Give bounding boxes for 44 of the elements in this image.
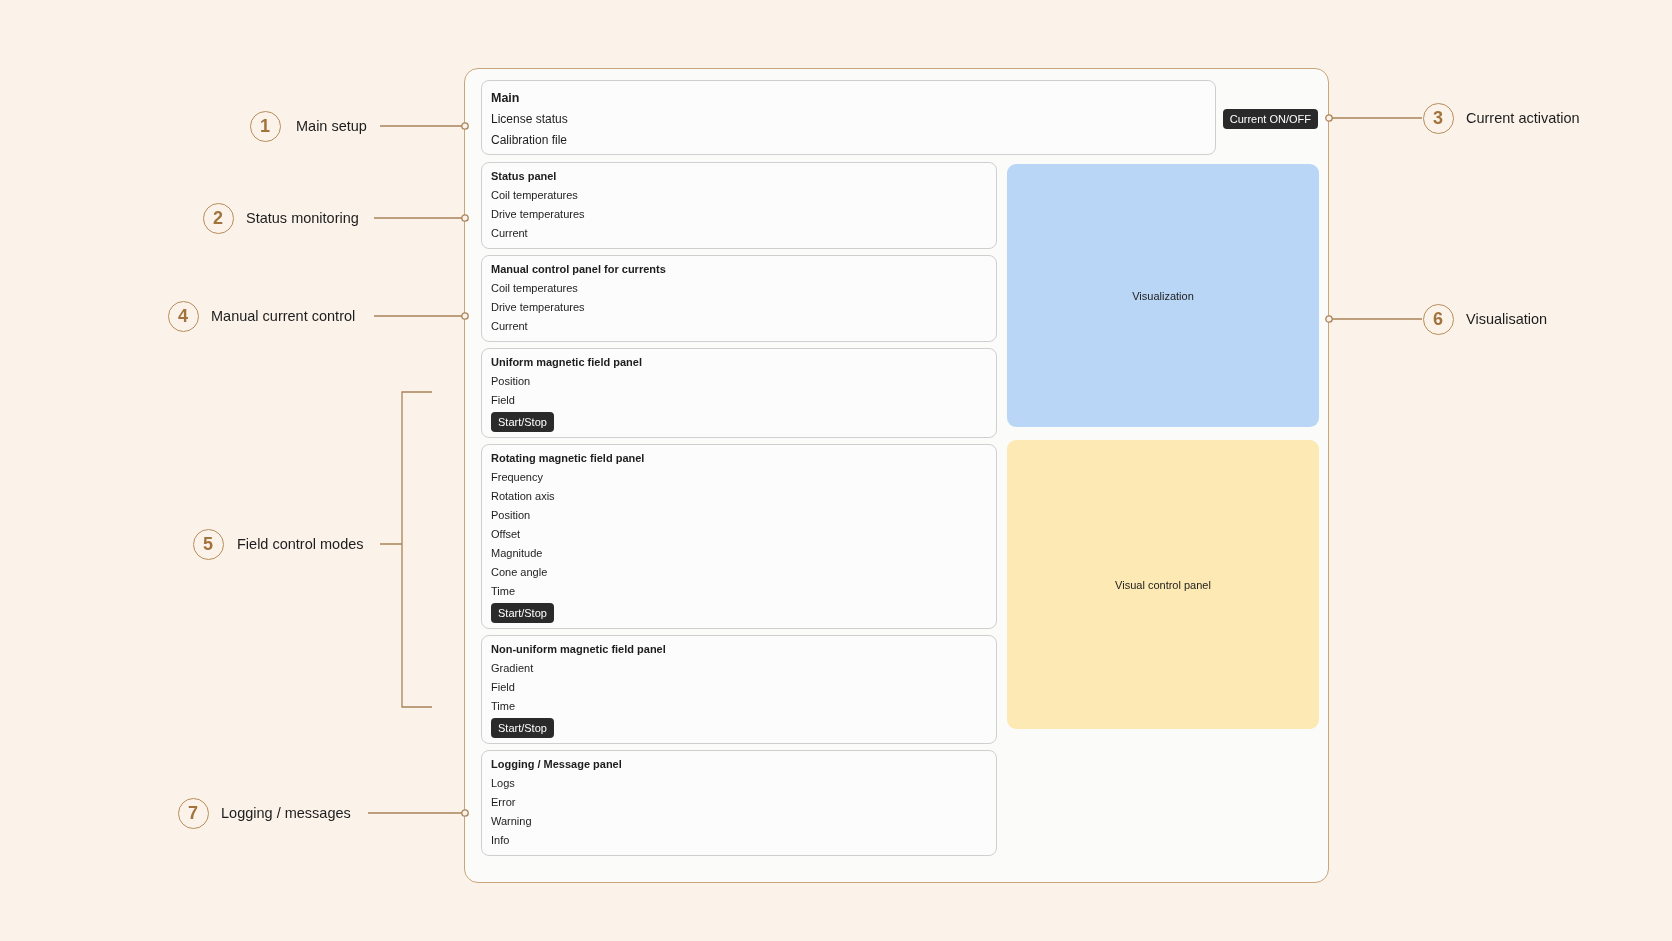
panel-item: Coil temperatures (491, 281, 578, 296)
current-toggle-button[interactable]: Current ON/OFF (1222, 108, 1318, 129)
area-label: Visual control panel (1115, 578, 1211, 591)
panel-title: Uniform magnetic field panel (491, 355, 642, 370)
panel-item: Current (491, 319, 528, 334)
callout-label: Current activation (1466, 110, 1580, 126)
start-stop-button[interactable]: Start/Stop (491, 718, 554, 738)
panel-item: Rotation axis (491, 489, 555, 504)
panel-item: Drive temperatures (491, 300, 585, 315)
start-stop-button[interactable]: Start/Stop (491, 412, 554, 432)
panel-item: Info (491, 833, 510, 848)
panel-item: License status (491, 111, 568, 128)
panel-title: Main (491, 90, 520, 107)
panel-item: Cone angle (491, 565, 548, 580)
panel-item: Frequency (491, 470, 543, 485)
start-stop-button[interactable]: Start/Stop (491, 603, 554, 623)
panel-title: Rotating magnetic field panel (491, 451, 645, 466)
panel-item: Calibration file (491, 132, 568, 149)
panel-item: Offset (491, 527, 521, 542)
callout-label: Main setup (296, 118, 367, 134)
panel-item: Coil temperatures (491, 188, 578, 203)
panel-item: Position (491, 508, 531, 523)
panel-item: Drive temperatures (491, 207, 585, 222)
panel-item: Current (491, 226, 528, 241)
panel-title: Manual control panel for currents (491, 262, 666, 277)
panel-title: Non-uniform magnetic field panel (491, 642, 666, 657)
panel-item: Time (491, 699, 516, 714)
area-label: Visualization (1132, 289, 1194, 302)
panel-item: Error (491, 795, 516, 810)
panel-item: Magnitude (491, 546, 543, 561)
callout-label: Status monitoring (246, 210, 359, 226)
panel-title: Logging / Message panel (491, 757, 622, 772)
callout-label: Visualisation (1466, 311, 1548, 327)
callout-label: Field control modes (237, 536, 364, 552)
callout-label: Logging / messages (221, 805, 351, 821)
panel-item: Logs (491, 776, 515, 791)
callout-label: Manual current control (211, 308, 356, 324)
panel-item: Field (491, 680, 515, 695)
panel-title: Status panel (491, 169, 557, 184)
panel-item: Position (491, 374, 531, 389)
panel-item: Field (491, 393, 515, 408)
panel-item: Time (491, 584, 516, 599)
panel-item: Warning (491, 814, 532, 829)
panel-item: Gradient (491, 661, 534, 676)
